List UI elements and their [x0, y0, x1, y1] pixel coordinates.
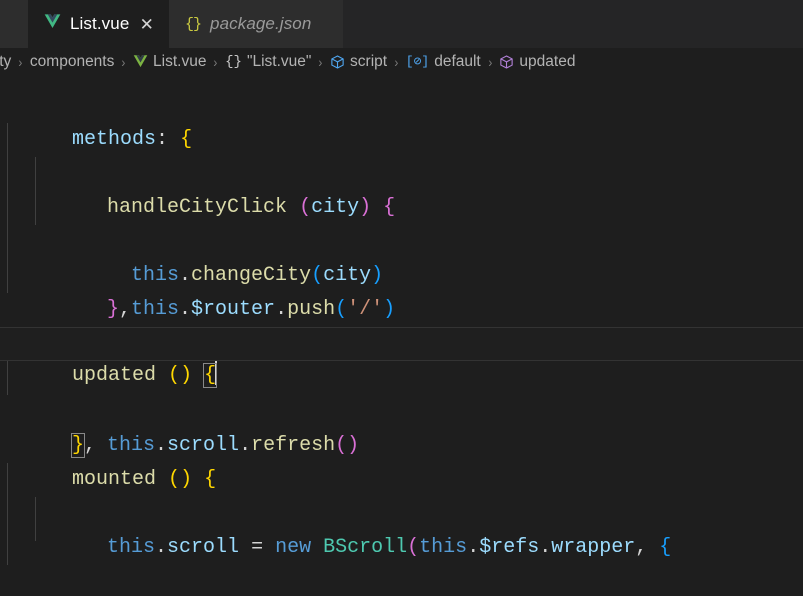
breadcrumb-label: components — [29, 52, 115, 70]
breadcrumb-label: city — [0, 52, 12, 70]
tab-label: List.vue — [70, 14, 130, 33]
chevron-right-icon: › — [121, 53, 126, 70]
code-line[interactable]: }, — [0, 293, 803, 355]
breadcrumb-item-components[interactable]: components — [28, 53, 116, 71]
code-line[interactable]: methods: { — [0, 89, 803, 151]
breadcrumb-label: updated — [519, 52, 576, 70]
code-line[interactable]: this.scroll.refresh() — [0, 361, 803, 457]
code-line[interactable]: }, — [0, 565, 803, 596]
breadcrumb-item-updated[interactable]: updated — [497, 53, 577, 71]
code-line[interactable]: }) — [0, 75, 803, 89]
breadcrumb-label: default — [434, 52, 481, 70]
editor-tab-bar: List.vue ✕ {} package.json — [0, 0, 803, 48]
breadcrumb-item-list-vue-symbol[interactable]: {} "List.vue" — [223, 53, 313, 71]
breadcrumb-item-default[interactable]: [⊘] default — [404, 53, 483, 71]
object-brackets-icon: [⊘] — [405, 54, 430, 69]
tab-bar-leading-edge — [0, 0, 28, 48]
code-editor-area[interactable]: }) methods: { handleCityClick (city) { t… — [0, 75, 803, 596]
code-line[interactable]: }) — [0, 531, 803, 565]
code-line[interactable]: }, — [0, 395, 803, 458]
code-line[interactable]: this.scroll = new BScroll(this.$refs.wra… — [0, 463, 803, 559]
json-braces-icon: {} — [185, 15, 202, 33]
tab-bar-empty-area — [343, 0, 803, 48]
breadcrumb-item-list-vue[interactable]: List.vue — [131, 53, 208, 71]
breadcrumb-item-city[interactable]: city — [0, 53, 13, 71]
breadcrumb-label: List.vue — [153, 52, 207, 70]
code-line[interactable]: }, — [0, 225, 803, 321]
chevron-right-icon: › — [213, 53, 218, 70]
close-icon[interactable]: ✕ — [138, 16, 155, 33]
code-line[interactable]: handleCityClick (city) { — [0, 123, 803, 219]
tab-list-vue[interactable]: List.vue ✕ — [28, 0, 169, 48]
breadcrumb-item-script[interactable]: script — [328, 53, 389, 71]
breadcrumb-label: "List.vue" — [246, 52, 312, 70]
chevron-right-icon: › — [18, 53, 23, 70]
breadcrumb-label: script — [350, 52, 388, 70]
code-line[interactable]: click: true — [0, 497, 803, 531]
code-line[interactable]: ...mapMutations(['changeCity']) — [0, 259, 803, 355]
code-line[interactable]: this.$router.push('/') — [0, 191, 803, 321]
method-cube-icon — [499, 54, 514, 70]
tab-label: package.json — [210, 14, 312, 33]
code-line-current[interactable]: updated () { — [0, 327, 803, 388]
tab-package-json[interactable]: {} package.json — [169, 0, 343, 48]
vscode-editor-window: List.vue ✕ {} package.json city › compon… — [0, 0, 803, 596]
breadcrumb: city › components › List.vue › {} "List.… — [0, 48, 803, 75]
chevron-right-icon: › — [394, 53, 399, 70]
chevron-right-icon: › — [488, 53, 493, 70]
json-braces-icon: {} — [225, 53, 242, 70]
module-cube-icon — [330, 54, 345, 70]
code-line[interactable]: mounted () { — [0, 429, 803, 491]
vue-icon — [133, 55, 148, 68]
code-line[interactable]: this.changeCity(city) — [0, 157, 803, 287]
chevron-right-icon: › — [318, 53, 323, 70]
vue-icon — [44, 14, 61, 34]
